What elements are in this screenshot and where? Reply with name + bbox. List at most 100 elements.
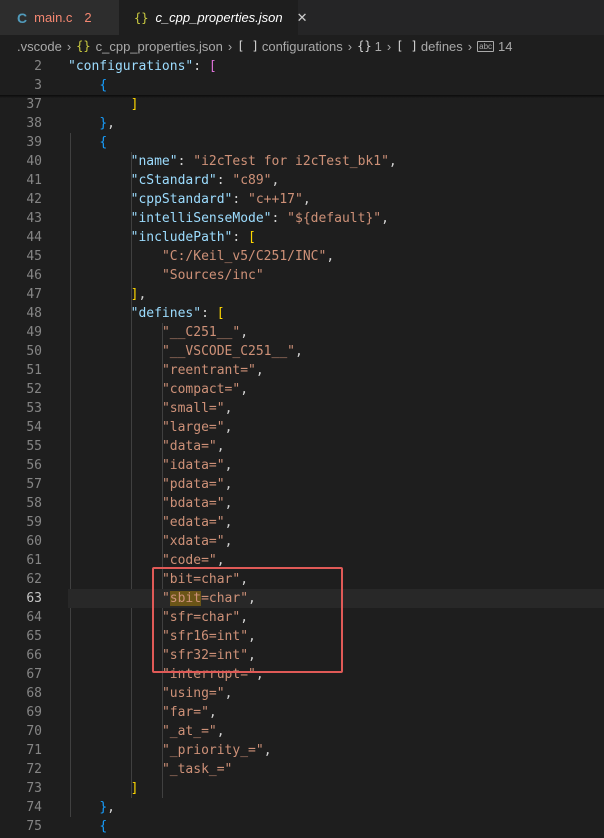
annotation-box	[152, 567, 343, 673]
json-file-icon: {}	[134, 10, 149, 25]
code-line[interactable]: 43 "intelliSenseMode": "${default}",	[0, 209, 604, 228]
code-text: "_task_="	[161, 762, 233, 777]
code-text: "reentrant=",	[161, 363, 264, 378]
code-line[interactable]: 41 "cStandard": "c89",	[0, 171, 604, 190]
code-line[interactable]: 52 "compact=",	[0, 380, 604, 399]
code-line[interactable]: 53 "small=",	[0, 399, 604, 418]
code-line[interactable]: 59 "edata=",	[0, 513, 604, 532]
breadcrumb-index[interactable]: 1	[375, 39, 382, 54]
code-line[interactable]: 75 {	[0, 817, 604, 836]
line-number: 55	[26, 439, 42, 454]
chevron-right-icon: ›	[66, 38, 72, 54]
line-number: 72	[26, 762, 42, 777]
tab-c-cpp-properties[interactable]: {} c_cpp_properties.json ✕	[119, 0, 308, 35]
code-text: "large=",	[161, 420, 233, 435]
breadcrumb: .vscode › {} c_cpp_properties.json › [ ]…	[0, 35, 604, 57]
code-line[interactable]: 69 "far=",	[0, 703, 604, 722]
line-number: 59	[26, 515, 42, 530]
code-line[interactable]: 54 "large=",	[0, 418, 604, 437]
breadcrumb-configurations[interactable]: configurations	[262, 39, 343, 54]
code-text: "idata=",	[161, 458, 233, 473]
array-symbol-icon: [ ]	[237, 39, 259, 53]
line-number: 56	[26, 458, 42, 473]
code-line[interactable]: 68 "using=",	[0, 684, 604, 703]
line-number: 61	[26, 553, 42, 568]
code-text: "xdata=",	[161, 534, 233, 549]
line-number: 51	[26, 363, 42, 378]
code-line[interactable]: 57 "pdata=",	[0, 475, 604, 494]
code-text: ]	[130, 97, 139, 112]
code-line[interactable]: 55 "data=",	[0, 437, 604, 456]
line-number: 37	[26, 97, 42, 112]
code-text: "configurations": [	[68, 59, 217, 74]
code-line[interactable]: 39 {	[0, 133, 604, 152]
line-number: 73	[26, 781, 42, 796]
c-file-icon: C	[17, 9, 28, 26]
line-number: 38	[26, 116, 42, 131]
code-line[interactable]: 37 ]	[0, 95, 604, 114]
code-line[interactable]: 45 "C:/Keil_v5/C251/INC",	[0, 247, 604, 266]
line-number: 53	[26, 401, 42, 416]
tab-bar: C main.c 2 {} c_cpp_properties.json ✕	[0, 0, 604, 35]
code-line[interactable]: 46 "Sources/inc"	[0, 266, 604, 285]
code-text: "small=",	[161, 401, 233, 416]
problem-count-badge: 2	[84, 10, 92, 25]
line-number: 49	[26, 325, 42, 340]
code-line[interactable]: 73 ]	[0, 779, 604, 798]
code-text: "data=",	[161, 439, 225, 454]
breadcrumb-folder[interactable]: .vscode	[17, 39, 62, 54]
line-number: 69	[26, 705, 42, 720]
line-number: 39	[26, 135, 42, 150]
line-number: 46	[26, 268, 42, 283]
code-line[interactable]: 71 "_priority_=",	[0, 741, 604, 760]
string-symbol-icon: abc	[477, 40, 495, 52]
code-editor[interactable]: 2 "configurations": [3 {37 ] 38 }, 39 {40 "…	[0, 57, 604, 838]
code-text: "edata=",	[161, 515, 233, 530]
line-number: 50	[26, 344, 42, 359]
line-number: 75	[26, 819, 42, 834]
object-symbol-icon: {}	[357, 39, 372, 53]
close-icon[interactable]: ✕	[297, 10, 308, 26]
code-line[interactable]: 48 "defines": [	[0, 304, 604, 323]
line-number: 62	[26, 572, 42, 587]
code-line[interactable]: 56 "idata=",	[0, 456, 604, 475]
code-line[interactable]: 49 "__C251__",	[0, 323, 604, 342]
line-number: 3	[34, 78, 42, 93]
line-number: 43	[26, 211, 42, 226]
line-number: 66	[26, 648, 42, 663]
code-line[interactable]: 38 },	[0, 114, 604, 133]
code-text: "intelliSenseMode": "${default}",	[130, 211, 389, 226]
code-line[interactable]: 58 "bdata=",	[0, 494, 604, 513]
code-line[interactable]: 50 "__VSCODE_C251__",	[0, 342, 604, 361]
code-text: "__C251__",	[161, 325, 249, 340]
code-line[interactable]: 2 "configurations": [	[0, 57, 604, 76]
code-text: "defines": [	[130, 306, 225, 321]
tab-main-c[interactable]: C main.c 2	[0, 0, 119, 35]
line-number: 41	[26, 173, 42, 188]
line-number: 68	[26, 686, 42, 701]
breadcrumb-item[interactable]: 14	[498, 39, 512, 54]
code-line[interactable]: 42 "cppStandard": "c++17",	[0, 190, 604, 209]
line-number: 71	[26, 743, 42, 758]
breadcrumb-file[interactable]: c_cpp_properties.json	[96, 39, 223, 54]
code-line[interactable]: 74 },	[0, 798, 604, 817]
line-number: 70	[26, 724, 42, 739]
line-number: 63	[26, 591, 42, 606]
code-text: "name": "i2cTest for i2cTest_bk1",	[130, 154, 397, 169]
line-number: 47	[26, 287, 42, 302]
chevron-right-icon: ›	[467, 38, 473, 54]
code-line[interactable]: 60 "xdata=",	[0, 532, 604, 551]
breadcrumb-defines[interactable]: defines	[421, 39, 463, 54]
code-line[interactable]: 70 "_at_=",	[0, 722, 604, 741]
code-line[interactable]: 51 "reentrant=",	[0, 361, 604, 380]
chevron-right-icon: ›	[386, 38, 392, 54]
code-text: "cStandard": "c89",	[130, 173, 280, 188]
code-text: "bdata=",	[161, 496, 233, 511]
line-number: 45	[26, 249, 42, 264]
code-line[interactable]: 3 {	[0, 76, 604, 95]
code-line[interactable]: 40 "name": "i2cTest for i2cTest_bk1",	[0, 152, 604, 171]
code-line[interactable]: 72 "_task_="	[0, 760, 604, 779]
code-line[interactable]: 47 ],	[0, 285, 604, 304]
array-symbol-icon: [ ]	[396, 39, 418, 53]
code-line[interactable]: 44 "includePath": [	[0, 228, 604, 247]
